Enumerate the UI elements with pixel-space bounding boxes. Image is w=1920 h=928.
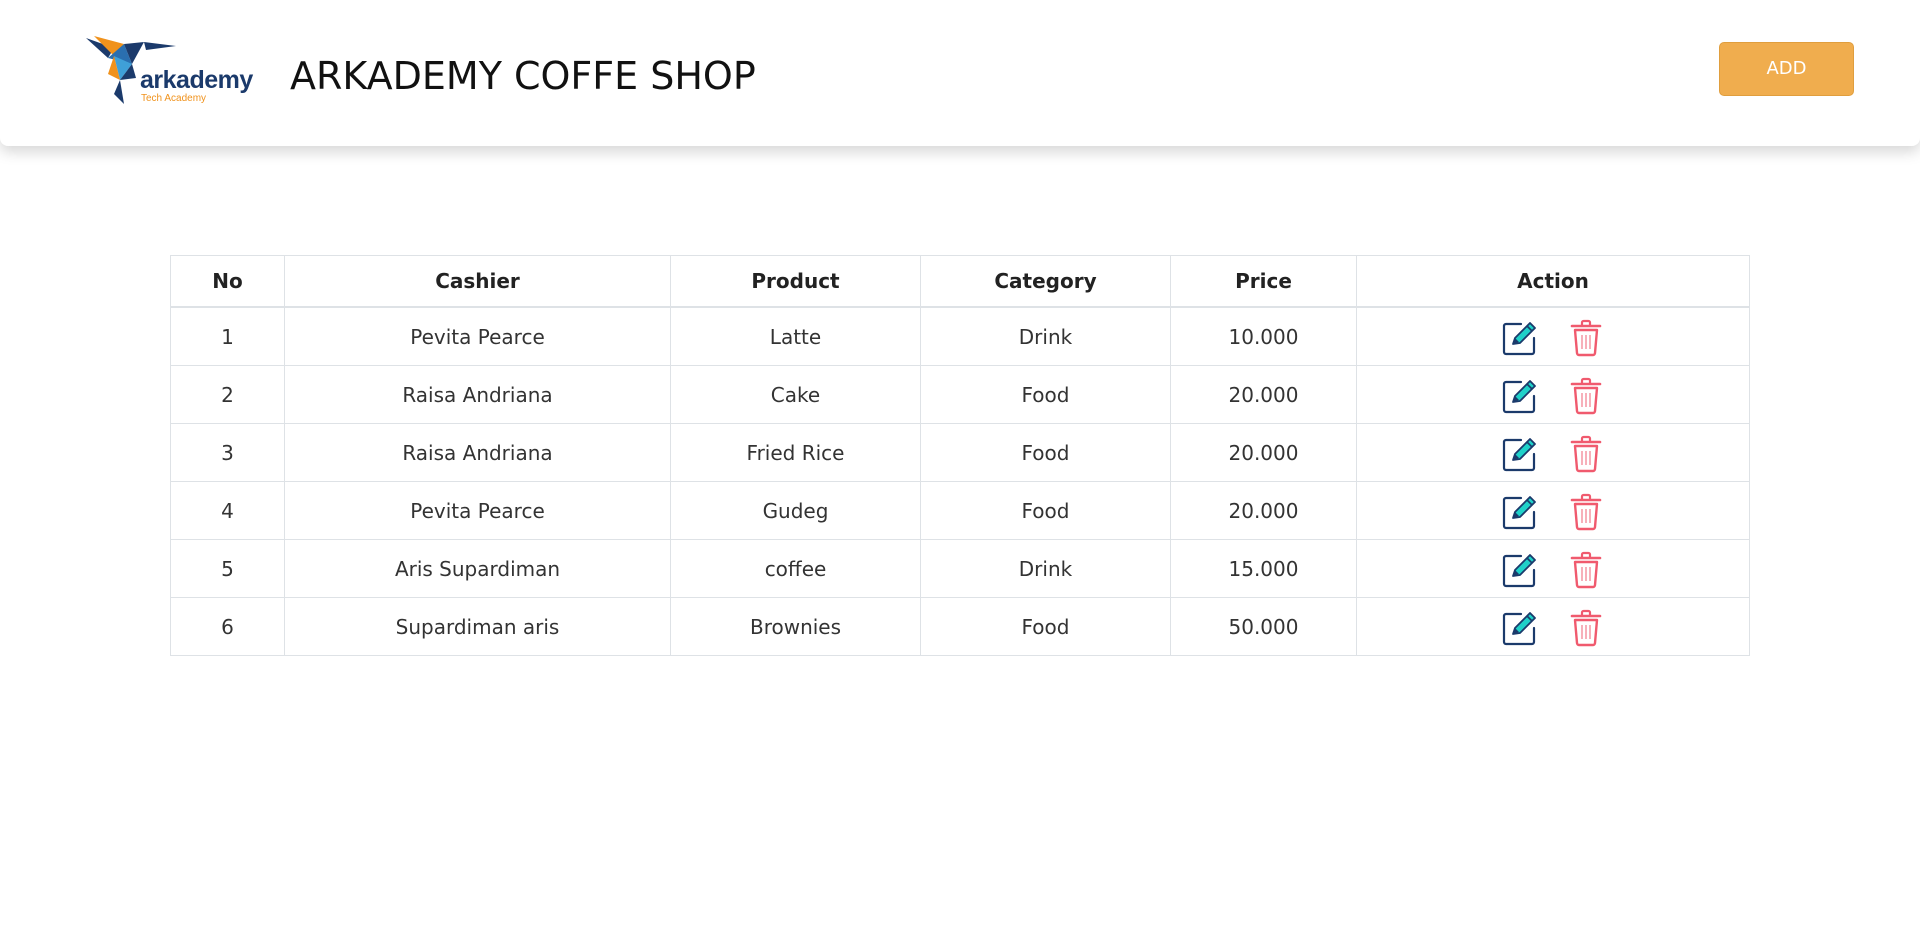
cell-product: Latte [670, 306, 921, 366]
cell-product: Gudeg [670, 481, 921, 540]
edit-button[interactable] [1501, 551, 1539, 589]
cell-action [1356, 481, 1750, 540]
trash-icon [1570, 435, 1602, 472]
trash-icon [1570, 377, 1602, 414]
cell-no: 4 [170, 481, 285, 540]
cell-no: 3 [170, 423, 285, 482]
cell-price: 20.000 [1170, 365, 1357, 424]
edit-pencil-icon [1502, 321, 1536, 355]
column-header-category: Category [920, 255, 1171, 308]
edit-pencil-icon [1502, 495, 1536, 529]
row-actions [1357, 607, 1749, 647]
cell-action [1356, 365, 1750, 424]
column-header-cashier: Cashier [284, 255, 671, 308]
edit-button[interactable] [1501, 493, 1539, 531]
cell-cashier: Pevita Pearce [284, 481, 671, 540]
trash-icon [1570, 319, 1602, 356]
table-header: No Cashier Product Category Price Action [170, 255, 1750, 308]
table-row: 6 Supardiman aris Brownies Food 50.000 [170, 597, 1750, 656]
table-body: 1 Pevita Pearce Latte Drink 10.000 2 Rai… [170, 306, 1750, 656]
column-header-product: Product [670, 255, 921, 308]
cell-cashier: Supardiman aris [284, 597, 671, 656]
cell-cashier: Pevita Pearce [284, 306, 671, 366]
cell-category: Food [920, 597, 1171, 656]
cell-action [1356, 306, 1750, 366]
row-actions [1357, 433, 1749, 473]
cell-no: 1 [170, 306, 285, 366]
cell-category: Food [920, 423, 1171, 482]
delete-button[interactable] [1567, 609, 1605, 647]
column-header-action: Action [1356, 255, 1750, 308]
edit-button[interactable] [1501, 435, 1539, 473]
cell-product: Fried Rice [670, 423, 921, 482]
cell-no: 6 [170, 597, 285, 656]
row-actions [1357, 317, 1749, 357]
cell-action [1356, 597, 1750, 656]
add-button[interactable]: ADD [1719, 42, 1854, 96]
cell-category: Drink [920, 539, 1171, 598]
trash-icon [1570, 551, 1602, 588]
table-row: 1 Pevita Pearce Latte Drink 10.000 [170, 306, 1750, 366]
delete-button[interactable] [1567, 319, 1605, 357]
delete-button[interactable] [1567, 435, 1605, 473]
cell-action [1356, 539, 1750, 598]
edit-pencil-icon [1502, 553, 1536, 587]
cell-product: Brownies [670, 597, 921, 656]
delete-button[interactable] [1567, 377, 1605, 415]
trash-icon [1570, 609, 1602, 646]
cell-price: 10.000 [1170, 306, 1357, 366]
cell-action [1356, 423, 1750, 482]
cell-category: Food [920, 481, 1171, 540]
trash-icon [1570, 493, 1602, 530]
row-actions [1357, 375, 1749, 415]
navbar: arkademy Tech Academy ARKADEMY COFFE SHO… [0, 0, 1920, 146]
delete-button[interactable] [1567, 551, 1605, 589]
cell-cashier: Raisa Andriana [284, 423, 671, 482]
cell-price: 20.000 [1170, 481, 1357, 540]
edit-button[interactable] [1501, 377, 1539, 415]
cell-price: 20.000 [1170, 423, 1357, 482]
cell-no: 2 [170, 365, 285, 424]
arkademy-logo[interactable]: arkademy Tech Academy [84, 34, 253, 110]
edit-button[interactable] [1501, 319, 1539, 357]
column-header-price: Price [1170, 255, 1357, 308]
cell-product: Cake [670, 365, 921, 424]
cell-price: 15.000 [1170, 539, 1357, 598]
table-row: 4 Pevita Pearce Gudeg Food 20.000 [170, 481, 1750, 540]
edit-pencil-icon [1502, 611, 1536, 645]
orders-table-container: No Cashier Product Category Price Action… [170, 255, 1750, 656]
cell-product: coffee [670, 539, 921, 598]
row-actions [1357, 549, 1749, 589]
cell-cashier: Aris Supardiman [284, 539, 671, 598]
table-row: 5 Aris Supardiman coffee Drink 15.000 [170, 539, 1750, 598]
edit-button[interactable] [1501, 609, 1539, 647]
edit-pencil-icon [1502, 437, 1536, 471]
table-row: 3 Raisa Andriana Fried Rice Food 20.000 [170, 423, 1750, 482]
column-header-no: No [170, 255, 285, 308]
row-actions [1357, 491, 1749, 531]
logo-tagline: Tech Academy [141, 93, 207, 104]
delete-button[interactable] [1567, 493, 1605, 531]
app-title: ARKADEMY COFFE SHOP [290, 54, 756, 98]
cell-cashier: Raisa Andriana [284, 365, 671, 424]
orders-table: No Cashier Product Category Price Action… [170, 255, 1750, 656]
cell-category: Drink [920, 306, 1171, 366]
cell-category: Food [920, 365, 1171, 424]
cell-no: 5 [170, 539, 285, 598]
table-row: 2 Raisa Andriana Cake Food 20.000 [170, 365, 1750, 424]
logo-wordmark: arkademy [140, 66, 253, 94]
edit-pencil-icon [1502, 379, 1536, 413]
cell-price: 50.000 [1170, 597, 1357, 656]
